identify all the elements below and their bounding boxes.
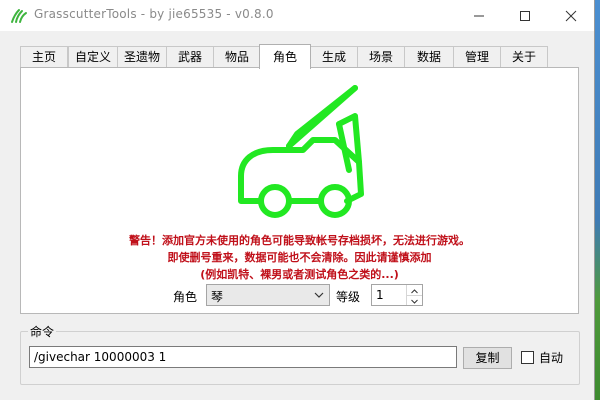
tab-custom[interactable]: 自定义 xyxy=(68,46,118,68)
tab-manage[interactable]: 管理 xyxy=(453,46,501,68)
tab-item[interactable]: 物品 xyxy=(213,46,261,68)
character-select-value: 琴 xyxy=(211,290,224,304)
minimize-icon xyxy=(474,15,484,17)
level-value: 1 xyxy=(376,288,384,302)
character-panel: 警告！添加官方未使用的角色可能导致帐号存档损坏，无法进行游戏。 即使删号重来，数… xyxy=(20,67,579,314)
level-label: 等级 xyxy=(336,290,361,304)
app-window: GrasscutterTools - by jie65535 - v0.8.0 … xyxy=(0,0,595,400)
stepper-buttons xyxy=(406,285,422,305)
minimize-button[interactable] xyxy=(456,0,502,31)
window-title: GrasscutterTools - by jie65535 - v0.8.0 xyxy=(34,7,274,21)
chevron-down-icon xyxy=(314,292,324,298)
tab-weapon[interactable]: 武器 xyxy=(166,46,214,68)
warning-line: 警告！添加官方未使用的角色可能导致帐号存档损坏，无法进行游戏。 xyxy=(129,234,470,247)
maximize-icon xyxy=(520,11,530,21)
tab-scene[interactable]: 场景 xyxy=(357,46,405,68)
level-stepper[interactable]: 1 xyxy=(371,284,423,306)
tab-data[interactable]: 数据 xyxy=(404,46,454,68)
app-icon xyxy=(10,7,28,25)
maximize-button[interactable] xyxy=(502,0,548,31)
tab-about[interactable]: 关于 xyxy=(500,46,548,68)
tab-bar: 主页 自定义 圣遗物 武器 物品 角色 生成 场景 数据 管理 关于 xyxy=(20,44,580,69)
car-trunk-open-icon xyxy=(238,85,364,218)
tab-home[interactable]: 主页 xyxy=(20,46,68,68)
tab-character[interactable]: 角色 xyxy=(259,44,311,69)
tab-artifact[interactable]: 圣遗物 xyxy=(117,46,167,68)
close-button[interactable] xyxy=(548,0,594,31)
command-group-label: 命令 xyxy=(28,323,57,340)
level-decrement-button[interactable] xyxy=(407,295,422,305)
character-select[interactable]: 琴 xyxy=(206,284,330,306)
character-label: 角色 xyxy=(173,290,198,304)
title-bar[interactable]: GrasscutterTools - by jie65535 - v0.8.0 xyxy=(0,0,594,31)
command-input[interactable] xyxy=(29,346,457,368)
warning-line: 即使删号重来，数据可能也不会清除。因此请谨慎添加 xyxy=(167,251,432,264)
warning-message: 警告！添加官方未使用的角色可能导致帐号存档损坏，无法进行游戏。 即使删号重来，数… xyxy=(21,232,578,283)
tab-spawn[interactable]: 生成 xyxy=(310,46,358,68)
close-icon xyxy=(565,10,577,22)
warning-line: (例如凯特、裸男或者测试角色之类的...) xyxy=(200,268,399,281)
auto-checkbox[interactable] xyxy=(521,351,534,364)
auto-label: 自动 xyxy=(539,351,564,365)
chevron-down-icon xyxy=(411,299,418,304)
copy-button[interactable]: 复制 xyxy=(463,347,512,369)
